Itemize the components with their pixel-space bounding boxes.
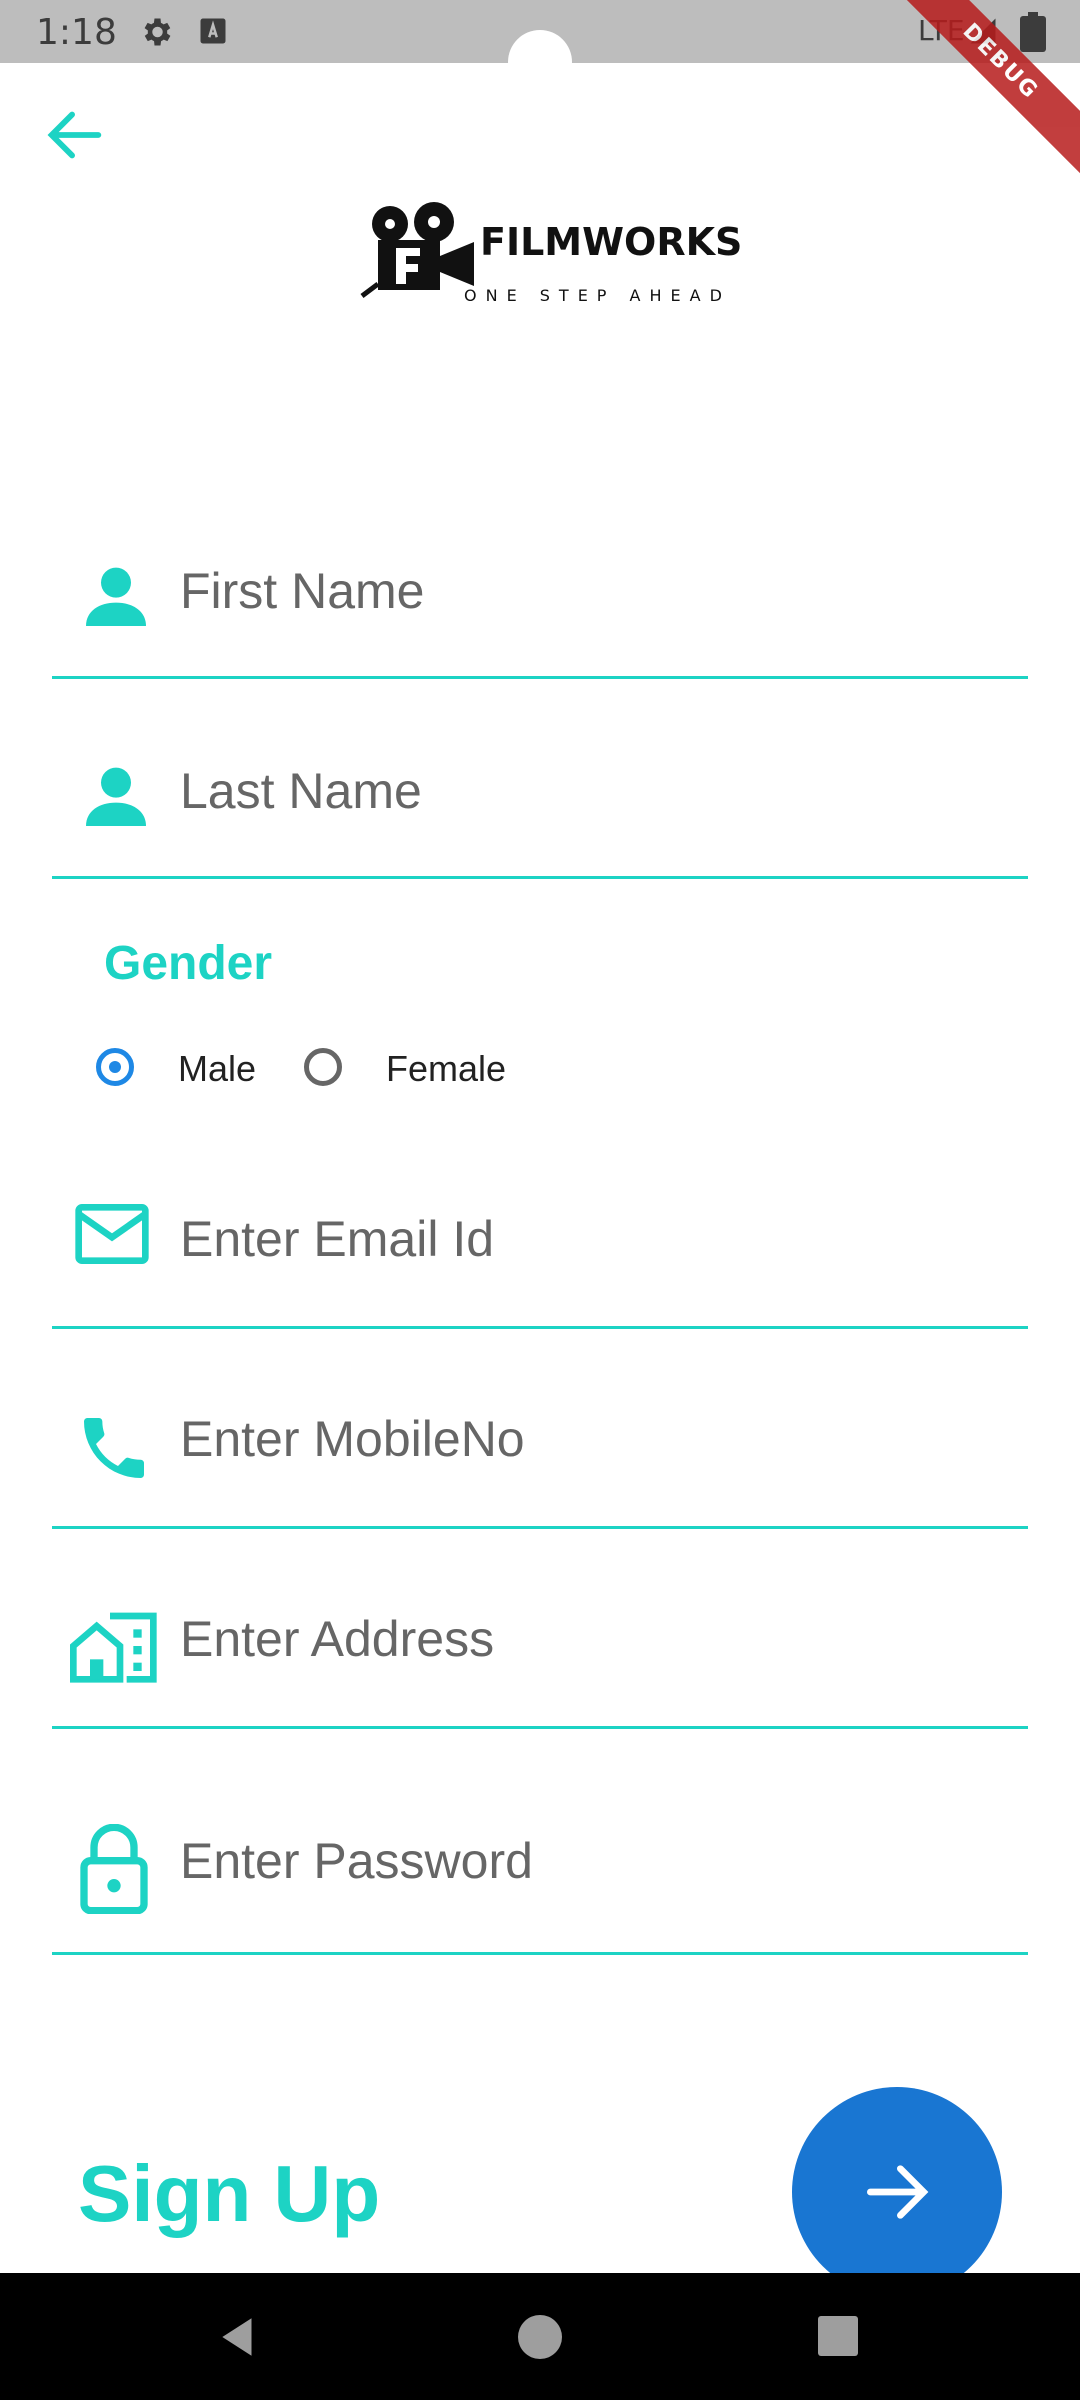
address-placeholder: Enter Address: [180, 1611, 495, 1667]
settings-icon: [138, 14, 174, 50]
signup-submit-button[interactable]: [792, 2087, 1002, 2297]
film-camera-logo-icon: [360, 202, 474, 298]
logo-tagline: ONE STEP AHEAD: [464, 286, 731, 305]
first-name-placeholder: First Name: [180, 563, 425, 619]
male-label[interactable]: Male: [178, 1048, 256, 1090]
female-label[interactable]: Female: [386, 1048, 506, 1090]
keyboard-icon: [198, 16, 228, 46]
mobile-field[interactable]: Enter MobileNo: [52, 1370, 1028, 1520]
signup-title: Sign Up: [78, 2149, 381, 2238]
logo: FILMWORKS ONE STEP AHEAD: [360, 200, 743, 310]
last-name-field[interactable]: Last Name: [52, 740, 1028, 880]
password-placeholder: Enter Password: [180, 1833, 533, 1889]
male-radio-dot: [109, 1061, 121, 1073]
triangle-back-icon: [222, 2318, 252, 2356]
status-time: 1:18: [36, 12, 117, 53]
last-name-placeholder: Last Name: [180, 763, 422, 819]
first-name-field[interactable]: First Name: [52, 540, 1028, 680]
password-field[interactable]: Enter Password: [52, 1790, 1028, 1950]
last-name-underline: [52, 876, 1028, 879]
arrow-forward-icon: [867, 2165, 929, 2219]
email-underline: [52, 1326, 1028, 1329]
battery-icon: [1020, 12, 1046, 52]
female-radio[interactable]: [304, 1048, 342, 1086]
nav-back-button[interactable]: [214, 2312, 264, 2362]
mail-icon: [75, 1204, 149, 1264]
email-placeholder: Enter Email Id: [180, 1211, 495, 1267]
phone-icon: [84, 1418, 144, 1478]
mobile-placeholder: Enter MobileNo: [180, 1411, 525, 1467]
home-work-icon: [70, 1612, 157, 1683]
nav-home-button[interactable]: [518, 2315, 562, 2359]
address-underline: [52, 1726, 1028, 1729]
logo-title: FILMWORKS: [480, 220, 743, 264]
password-underline: [52, 1952, 1028, 1955]
camera-cutout: [508, 30, 572, 94]
nav-recents-button[interactable]: [818, 2316, 858, 2356]
mobile-underline: [52, 1526, 1028, 1529]
address-field[interactable]: Enter Address: [52, 1570, 1028, 1720]
person-icon: [86, 567, 146, 626]
back-button[interactable]: [40, 100, 110, 170]
first-name-underline: [52, 676, 1028, 679]
male-radio[interactable]: [96, 1048, 134, 1086]
lock-icon: [80, 1824, 148, 1914]
gender-label: Gender: [104, 937, 273, 990]
email-field[interactable]: Enter Email Id: [52, 1170, 1028, 1320]
person-icon: [86, 767, 146, 826]
back-arrow-icon: [47, 111, 102, 159]
